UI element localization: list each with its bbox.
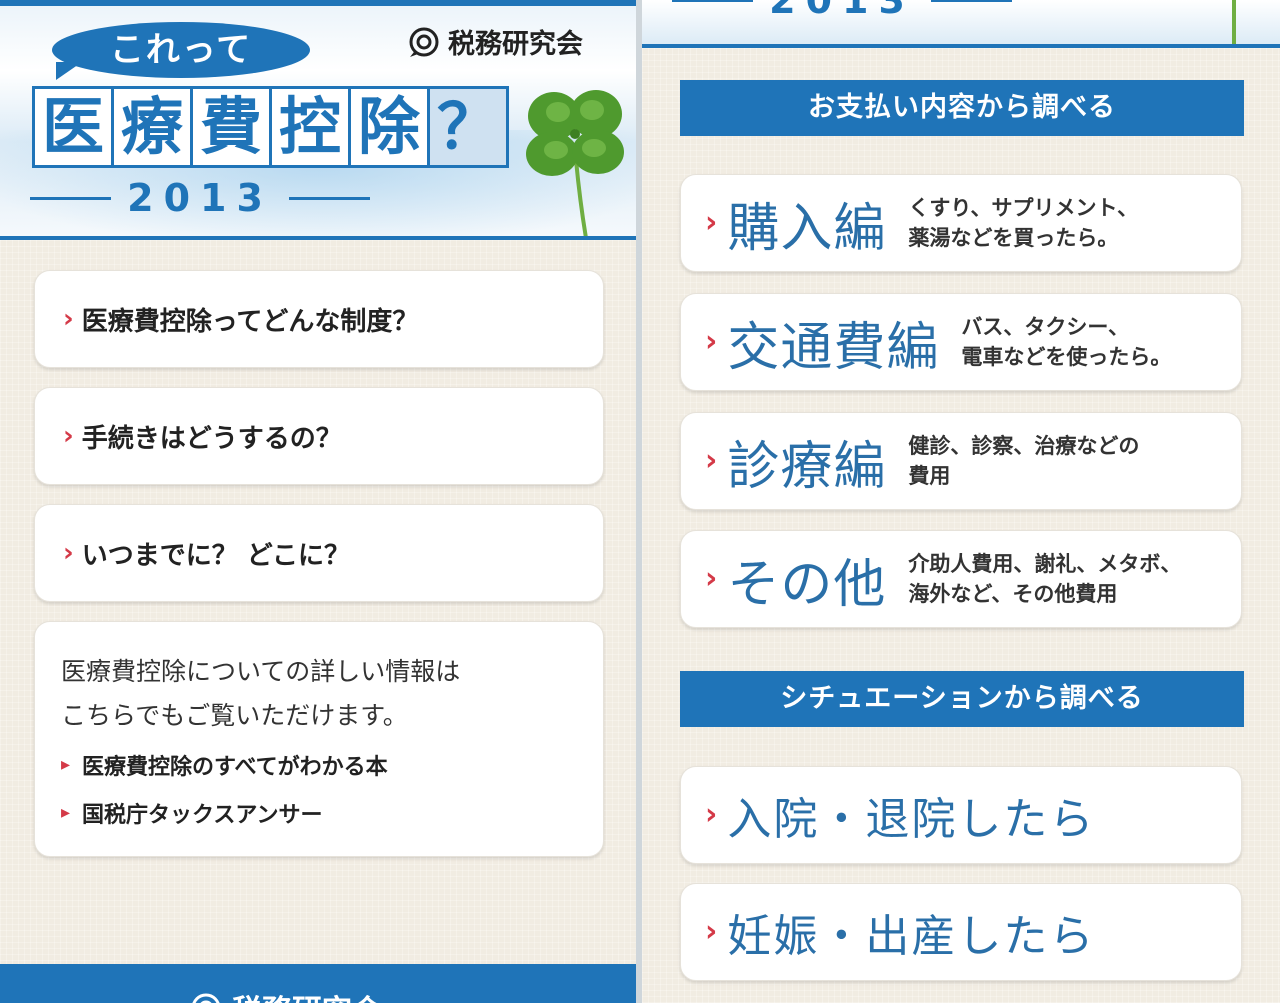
- speech-bubble: これって: [52, 22, 310, 78]
- year-text: 2013: [127, 176, 273, 220]
- year-rule: [288, 196, 371, 200]
- chevron-right-icon: ▸: [61, 754, 71, 775]
- footer-text: 税務研究会: [232, 986, 382, 1003]
- link-label: 医療費控除のすべてがわかる本: [82, 755, 388, 780]
- year-rule: [30, 196, 112, 200]
- description-line: 健診、診察、治療などの: [908, 434, 1140, 458]
- chevron-right-icon: ›: [705, 797, 718, 832]
- footer-logo: 税務研究会: [190, 986, 382, 1003]
- menu-item-label: 医療費控除ってどんな制度？: [81, 306, 419, 337]
- publisher-logo-icon: [409, 27, 439, 57]
- info-text-line: こちらでもご覧いただけます。: [61, 701, 408, 730]
- footer-bar: 税務研究会: [0, 964, 636, 1003]
- chevron-right-icon: ▸: [61, 802, 71, 823]
- category-title: その他: [727, 554, 887, 615]
- title-char: 医: [35, 89, 111, 165]
- publisher-logo: 税務研究会: [408, 22, 583, 61]
- banner-top-border: [0, 0, 636, 6]
- category-description: くすり、サプリメント、 薬湯などを買ったら。: [908, 193, 1138, 253]
- category-description: 介助人費用、謝礼、メタボ、 海外など、その他費用: [908, 549, 1181, 609]
- title-char: 療: [114, 89, 190, 165]
- publisher-logo-icon: [192, 993, 220, 1003]
- description-line: 介助人費用、謝礼、メタボ、: [908, 552, 1182, 576]
- situation-title: 妊娠・出産したら: [727, 911, 1096, 962]
- home-screen: これって 税務研究会 医 療 費 控 除 ？ 2013 › 医療費控除ってどんな…: [0, 0, 636, 1003]
- chevron-right-icon: ›: [705, 324, 718, 359]
- menu-item-about[interactable]: › 医療費控除ってどんな制度？: [34, 270, 604, 368]
- app-title: 医 療 費 控 除 ？: [32, 86, 509, 168]
- link-taxanswer[interactable]: ▸ 国税庁タックスアンサー: [61, 792, 577, 834]
- chevron-right-icon: ›: [63, 421, 74, 451]
- title-char: 除: [351, 89, 427, 165]
- chevron-right-icon: ›: [705, 443, 718, 478]
- situation-hospital[interactable]: › 入院・退院したら: [680, 766, 1242, 864]
- info-card: 医療費控除についての詳しい情報は こちらでもご覧いただけます。 ▸ 医療費控除の…: [34, 621, 604, 857]
- title-char: 控: [272, 89, 348, 165]
- year-rule: [672, 0, 754, 2]
- link-label: 国税庁タックスアンサー: [82, 803, 323, 828]
- description-line: バス、タクシー、: [961, 315, 1130, 339]
- situation-pregnancy[interactable]: › 妊娠・出産したら: [680, 883, 1242, 981]
- title-char: ？: [430, 89, 506, 165]
- year-text: 2013: [769, 0, 915, 22]
- category-description: バス、タクシー、 電車などを使ったら。: [961, 312, 1171, 372]
- category-medical[interactable]: › 診療編 健診、診察、治療などの 費用: [680, 412, 1242, 510]
- category-title: 交通費編: [727, 317, 940, 378]
- category-other[interactable]: › その他 介助人費用、謝礼、メタボ、 海外など、その他費用: [680, 530, 1242, 628]
- clover-icon: [526, 90, 624, 236]
- description-line: くすり、サプリメント、: [908, 196, 1139, 220]
- chevron-right-icon: ›: [63, 538, 74, 568]
- situation-title: 入院・退院したら: [727, 794, 1096, 845]
- year-rule: [930, 0, 1013, 2]
- year-label: 2013: [672, 0, 1013, 22]
- title-char: 費: [193, 89, 269, 165]
- description-line: 海外など、その他費用: [908, 582, 1118, 606]
- category-title: 診療編: [727, 436, 887, 497]
- category-transport[interactable]: › 交通費編 バス、タクシー、 電車などを使ったら。: [680, 293, 1242, 391]
- publisher-name: 税務研究会: [448, 29, 583, 60]
- category-title: 購入編: [727, 198, 887, 259]
- menu-item-deadline[interactable]: › いつまでに？ どこに？: [34, 504, 604, 602]
- menu-item-label: いつまでに？ どこに？: [81, 540, 350, 571]
- app-banner: これって 税務研究会 医 療 費 控 除 ？ 2013: [0, 0, 636, 240]
- menu-item-label: 手続きはどうするの？: [81, 423, 342, 454]
- chevron-right-icon: ›: [63, 304, 74, 334]
- description-line: 電車などを使ったら。: [961, 345, 1172, 369]
- section-header-situation: シチュエーションから調べる: [680, 671, 1244, 727]
- description-line: 費用: [908, 464, 951, 488]
- chevron-right-icon: ›: [705, 205, 718, 240]
- menu-item-procedure[interactable]: › 手続きはどうするの？: [34, 387, 604, 485]
- description-line: 薬湯などを買ったら。: [908, 226, 1119, 250]
- link-book[interactable]: ▸ 医療費控除のすべてがわかる本: [61, 744, 577, 786]
- category-purchase[interactable]: › 購入編 くすり、サプリメント、 薬湯などを買ったら。: [680, 174, 1242, 272]
- chevron-right-icon: ›: [705, 914, 718, 949]
- clover-stem: [1232, 0, 1236, 44]
- year-label: 2013: [30, 176, 371, 220]
- info-text-line: 医療費控除についての詳しい情報は: [61, 657, 461, 686]
- app-banner: 2013: [642, 0, 1280, 48]
- category-description: 健診、診察、治療などの 費用: [908, 431, 1139, 491]
- chevron-right-icon: ›: [705, 561, 718, 596]
- section-header-payment: お支払い内容から調べる: [680, 80, 1244, 136]
